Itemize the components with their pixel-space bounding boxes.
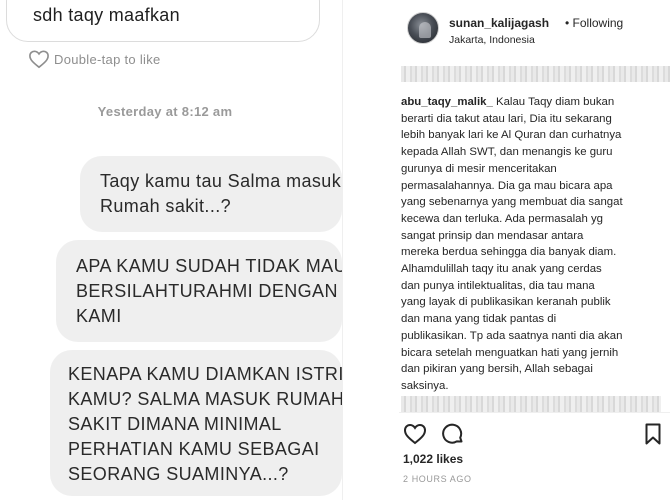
- avatar[interactable]: [407, 12, 439, 44]
- blurred-comment: [401, 396, 661, 412]
- caption-line: berarti dia takut atau lari, Dia itu sek…: [401, 112, 612, 125]
- caption-author[interactable]: abu_taqy_malik_: [401, 96, 493, 108]
- message-bubble[interactable]: Taqy kamu tau Salma masuk Rumah sakit...…: [80, 156, 342, 232]
- message-line: PERHATIAN KAMU SEBAGAI: [68, 439, 320, 459]
- divider: [399, 412, 670, 413]
- bookmark-icon[interactable]: [641, 422, 665, 446]
- caption-line: yang layak di publikasikan keranah publi…: [401, 296, 611, 309]
- likes-count[interactable]: 1,022 likes: [403, 452, 463, 466]
- caption-line: gurunya di mesir menceritakan: [401, 162, 557, 175]
- heart-outline-icon[interactable]: [28, 49, 50, 69]
- comment-bubble-icon[interactable]: [441, 422, 465, 446]
- caption-line: Kalau Taqy diam bukan: [492, 96, 615, 108]
- chat-screenshot: sdh taqy maafkan Double-tap to like Yest…: [0, 0, 342, 500]
- caption-line: permasalahannya. Dia ga mau bicara apa: [401, 179, 613, 192]
- caption-line: lebih banyak lari ke Al Quran dan curhat…: [401, 129, 622, 142]
- double-tap-like-hint: Double-tap to like: [28, 49, 161, 69]
- message-bubble[interactable]: APA KAMU SUDAH TIDAK MAU BERSILAHTURAHMI…: [56, 240, 342, 342]
- message-bubble-top[interactable]: sdh taqy maafkan: [6, 0, 320, 42]
- blurred-comment: [401, 66, 670, 82]
- caption-line-first: abu_taqy_malik_ Kalau Taqy diam bukan: [401, 94, 667, 111]
- caption-line: Alhamdulillah taqy itu anak yang cerdas: [401, 263, 602, 276]
- like-hint-label: Double-tap to like: [54, 51, 161, 67]
- post-location[interactable]: Jakarta, Indonesia: [449, 34, 535, 46]
- message-text: sdh taqy maafkan: [33, 5, 180, 25]
- post-username[interactable]: sunan_kalijagash: [449, 16, 549, 30]
- caption-line: dan mana yang tidak pantas di: [401, 313, 557, 326]
- message-line: Taqy kamu tau Salma masuk: [100, 171, 342, 191]
- message-line: SEORANG SUAMINYA...?: [68, 464, 289, 484]
- message-line: KAMU? SALMA MASUK RUMAH: [68, 389, 342, 409]
- caption-line: saksinya.: [401, 379, 449, 392]
- caption-line: publikasikan. Tp ada saatnya nanti dia a…: [401, 329, 623, 342]
- caption-line: bicara setelah menguatkan hati yang jern…: [401, 346, 619, 359]
- message-line: APA KAMU SUDAH TIDAK MAU: [76, 256, 342, 276]
- caption-line: sangat prinsip dan mendasar antara: [401, 229, 584, 242]
- message-line: BERSILAHTURAHMI DENGAN: [76, 281, 338, 301]
- caption-line: mereka berdua sehingga dia banyak diam.: [401, 246, 617, 259]
- caption-line: dan pikiran yang bersih, Allah sebagai: [401, 363, 593, 376]
- post-actions: [403, 422, 665, 446]
- message-bubble[interactable]: KENAPA KAMU DIAMKAN ISTRI KAMU? SALMA MA…: [50, 350, 342, 496]
- message-line: KENAPA KAMU DIAMKAN ISTRI: [68, 364, 342, 384]
- caption-line: yang sebenarnya yang membuat dia sangat: [401, 196, 623, 209]
- chat-timestamp: Yesterday at 8:12 am: [97, 104, 233, 119]
- caption-line: dan punya intilektualitas, dia tau mana: [401, 279, 595, 292]
- following-button[interactable]: • Following: [565, 16, 623, 30]
- post-time-ago: 2 HOURS AGO: [403, 474, 472, 484]
- message-line: SAKIT DIMANA MINIMAL: [68, 414, 282, 434]
- heart-outline-icon[interactable]: [403, 422, 427, 446]
- instagram-post-panel: sunan_kalijagash • Following Jakarta, In…: [342, 0, 670, 500]
- post-caption: abu_taqy_malik_ Kalau Taqy diam bukan be…: [401, 94, 667, 395]
- message-line: KAMI: [76, 306, 122, 326]
- caption-line: kepada Allah SWT, dan menangis ke guru: [401, 146, 613, 159]
- message-line: Rumah sakit...?: [100, 196, 232, 216]
- caption-line: kecewa dan terluka. Ada permasalah yg: [401, 212, 603, 225]
